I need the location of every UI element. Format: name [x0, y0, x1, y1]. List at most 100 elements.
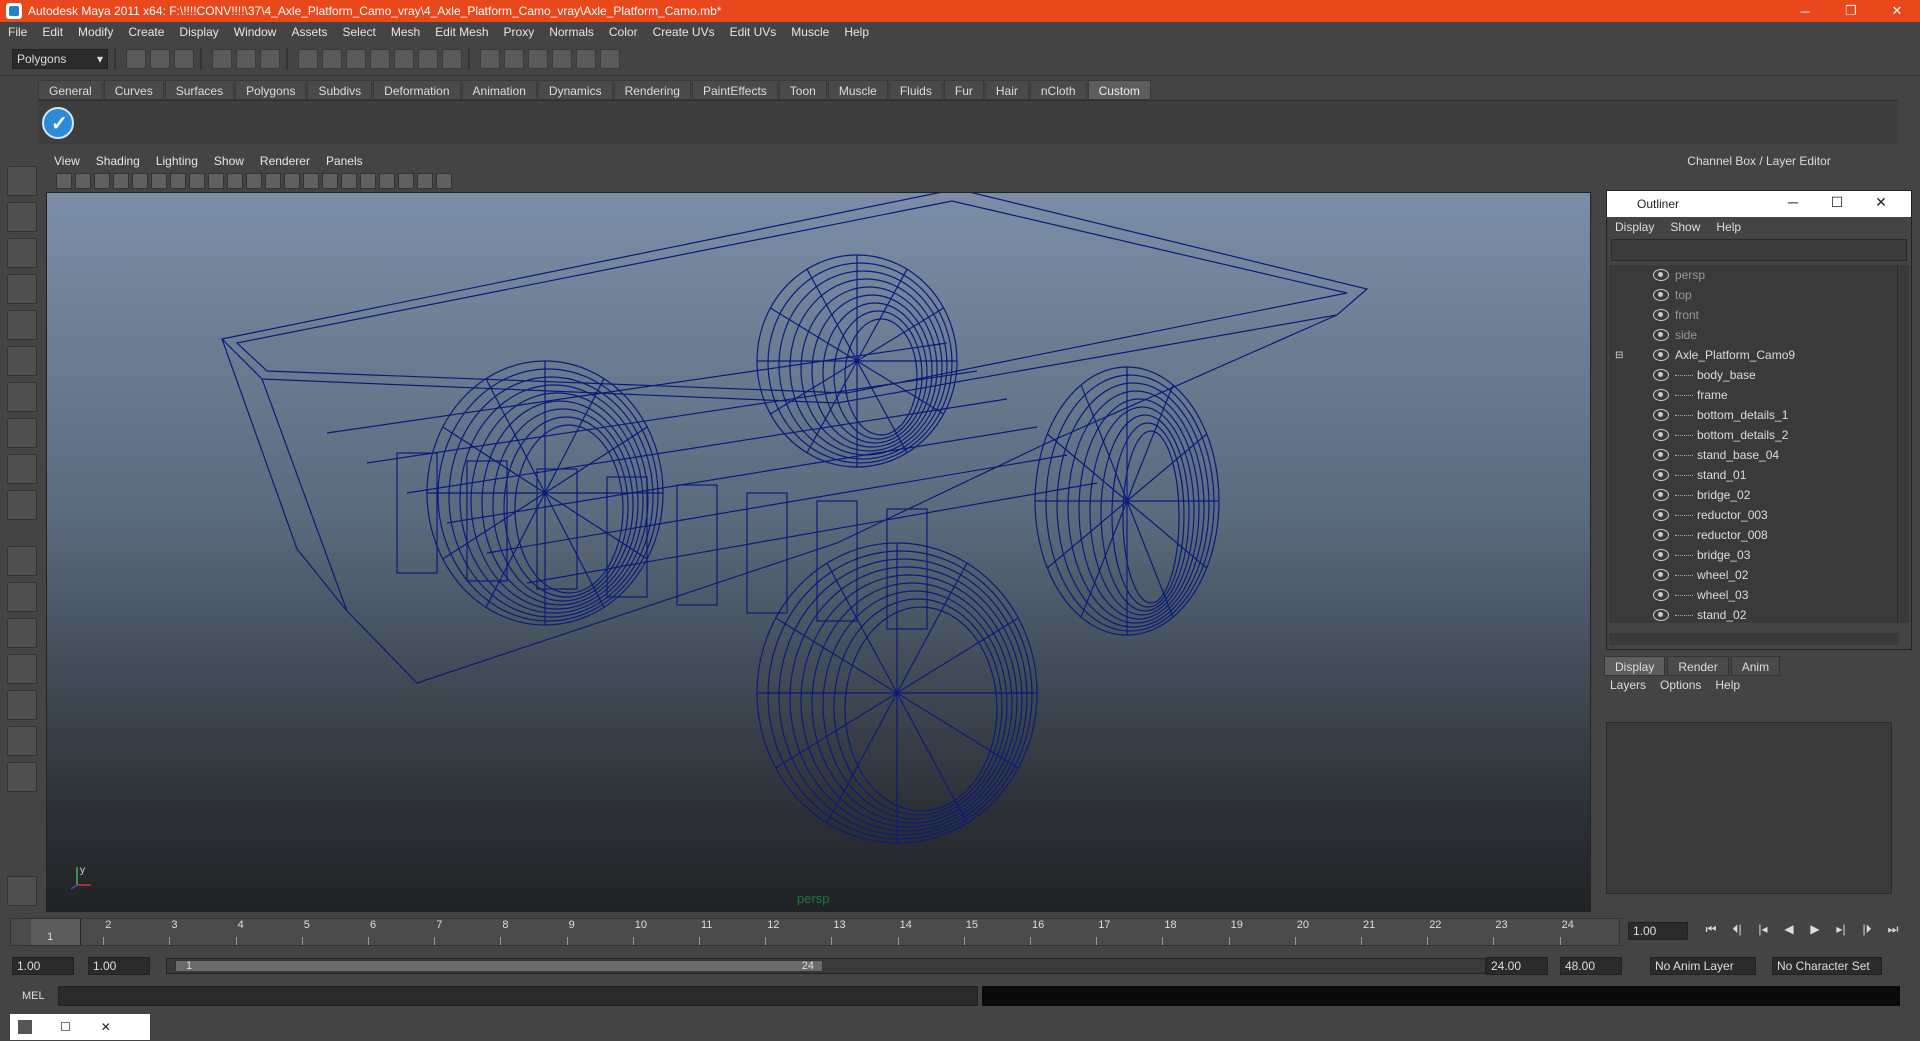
shelf-tab-ncloth[interactable]: nCloth [1029, 80, 1087, 100]
gate-mask-icon[interactable] [189, 173, 205, 189]
lights-icon[interactable] [341, 173, 357, 189]
list-item[interactable]: body_base [1609, 365, 1899, 385]
menu-muscle[interactable]: Muscle [791, 25, 829, 39]
list-item[interactable]: bottom_details_1 [1609, 405, 1899, 425]
close-button[interactable]: ✕ [1874, 0, 1920, 22]
shelf-tab-fluids[interactable]: Fluids [888, 80, 943, 100]
menu-file[interactable]: File [8, 25, 27, 39]
step-forward-icon[interactable]: |⏵ [1854, 922, 1880, 937]
menu-assets[interactable]: Assets [291, 25, 327, 39]
film-gate-icon[interactable] [151, 173, 167, 189]
perspective-viewport[interactable]: persp y [46, 192, 1591, 912]
list-item[interactable]: bridge_03 [1609, 545, 1899, 565]
grid-icon[interactable] [132, 173, 148, 189]
layer-menu-options[interactable]: Options [1660, 678, 1701, 692]
list-item[interactable]: persp [1609, 265, 1899, 285]
layer-menu-help[interactable]: Help [1715, 678, 1740, 692]
list-item[interactable]: reductor_008 [1609, 525, 1899, 545]
select-component-icon[interactable] [260, 48, 280, 69]
restore-icon[interactable]: ☐ [60, 1020, 71, 1034]
shelf-tab-rendering[interactable]: Rendering [613, 80, 691, 100]
render-view-icon[interactable] [576, 48, 596, 69]
outliner-horizontal-scrollbar[interactable] [1609, 633, 1899, 645]
scale-tool-icon[interactable] [7, 346, 37, 376]
shelf-tab-subdivs[interactable]: Subdivs [307, 80, 373, 100]
graph-persp-icon[interactable] [7, 654, 37, 684]
list-item[interactable]: stand_02 [1609, 605, 1899, 623]
lasso-tool-icon[interactable] [7, 202, 37, 232]
single-pane-icon[interactable] [7, 546, 37, 576]
go-to-end-icon[interactable]: ⏭ [1880, 922, 1906, 937]
tab-anim[interactable]: Anim [1730, 656, 1781, 676]
anim-layer-select[interactable]: No Anim Layer [1650, 957, 1756, 975]
playback-end-field[interactable]: 24.00 [1486, 957, 1548, 975]
vp-menu-show[interactable]: Show [214, 154, 244, 168]
menu-edit[interactable]: Edit [42, 25, 63, 39]
step-forward-key-icon[interactable]: ▸| [1828, 922, 1854, 937]
shelf-tab-surfaces[interactable]: Surfaces [164, 80, 235, 100]
outliner-minimize-button[interactable]: ─ [1771, 194, 1815, 211]
list-item[interactable]: bottom_details_2 [1609, 425, 1899, 445]
four-pane-icon[interactable] [7, 582, 37, 612]
menu-modify[interactable]: Modify [78, 25, 113, 39]
smooth-shade-icon[interactable] [284, 173, 300, 189]
outliner-menu-display[interactable]: Display [1615, 220, 1654, 234]
snap-grid-icon[interactable] [298, 48, 318, 69]
go-to-start-icon[interactable]: ⏮ [1698, 922, 1724, 937]
play-forward-icon[interactable]: ▶ [1802, 922, 1828, 937]
history-icon[interactable] [418, 48, 438, 69]
menu-display[interactable]: Display [179, 25, 218, 39]
shelf-tab-polygons[interactable]: Polygons [235, 80, 307, 100]
outliner-persp-icon[interactable] [7, 618, 37, 648]
outliner-maximize-button[interactable]: ☐ [1815, 194, 1859, 211]
tab-render[interactable]: Render [1667, 656, 1729, 676]
time-slider[interactable]: 123456789101112131415161718192021222324 … [10, 918, 1620, 946]
list-item[interactable]: front [1609, 305, 1899, 325]
range-handle[interactable]: 1 24 [175, 960, 823, 972]
last-tool-icon[interactable] [7, 490, 37, 520]
vp-menu-shading[interactable]: Shading [96, 154, 140, 168]
list-item-root[interactable]: ⊟ Axle_Platform_Camo9 [1609, 345, 1899, 365]
close-icon[interactable]: ✕ [101, 1020, 111, 1034]
shelf-tab-general[interactable]: General [38, 80, 103, 100]
list-item[interactable]: wheel_02 [1609, 565, 1899, 585]
menu-create[interactable]: Create [128, 25, 164, 39]
shelf-tab-toon[interactable]: Toon [778, 80, 827, 100]
layer-list[interactable] [1606, 722, 1892, 894]
menu-window[interactable]: Window [234, 25, 277, 39]
hypershade-icon[interactable] [552, 48, 572, 69]
rotate-tool-icon[interactable] [7, 310, 37, 340]
xray-icon[interactable] [398, 173, 414, 189]
outliner-menu-show[interactable]: Show [1670, 220, 1700, 234]
outliner-search-input[interactable] [1611, 239, 1907, 261]
field-chart-icon[interactable] [208, 173, 224, 189]
xray-joints-icon[interactable] [417, 173, 433, 189]
camera-select-icon[interactable] [56, 173, 72, 189]
menu-proxy[interactable]: Proxy [504, 25, 535, 39]
menu-mesh[interactable]: Mesh [391, 25, 420, 39]
shadows-icon[interactable] [360, 173, 376, 189]
vp-menu-lighting[interactable]: Lighting [156, 154, 198, 168]
anim-start-field[interactable]: 1.00 [12, 957, 74, 975]
snap-curve-icon[interactable] [322, 48, 342, 69]
step-back-key-icon[interactable]: |◂ [1750, 922, 1776, 937]
menu-create-uvs[interactable]: Create UVs [653, 25, 715, 39]
ipr-render-icon[interactable] [504, 48, 524, 69]
menu-select[interactable]: Select [342, 25, 375, 39]
range-slider[interactable]: 1 24 [166, 958, 1486, 974]
camera-attr-icon[interactable] [75, 173, 91, 189]
minimized-window[interactable]: ☐ ✕ [10, 1014, 150, 1040]
shelf-tab-deformation[interactable]: Deformation [373, 80, 461, 100]
minimize-button[interactable]: ─ [1782, 0, 1828, 22]
list-item[interactable]: top [1609, 285, 1899, 305]
mode-selector[interactable]: Polygons ▾ [12, 48, 108, 69]
collapse-icon[interactable]: ⊟ [1615, 350, 1623, 361]
outliner-vertical-scrollbar[interactable] [1897, 265, 1909, 623]
shelf-tab-custom[interactable]: Custom [1087, 80, 1151, 100]
make-live-icon[interactable] [394, 48, 414, 69]
list-item[interactable]: frame [1609, 385, 1899, 405]
shelf-tab-curves[interactable]: Curves [103, 80, 164, 100]
menu-help[interactable]: Help [844, 25, 869, 39]
shelf-tab-hair[interactable]: Hair [984, 80, 1029, 100]
new-scene-icon[interactable] [126, 48, 146, 69]
